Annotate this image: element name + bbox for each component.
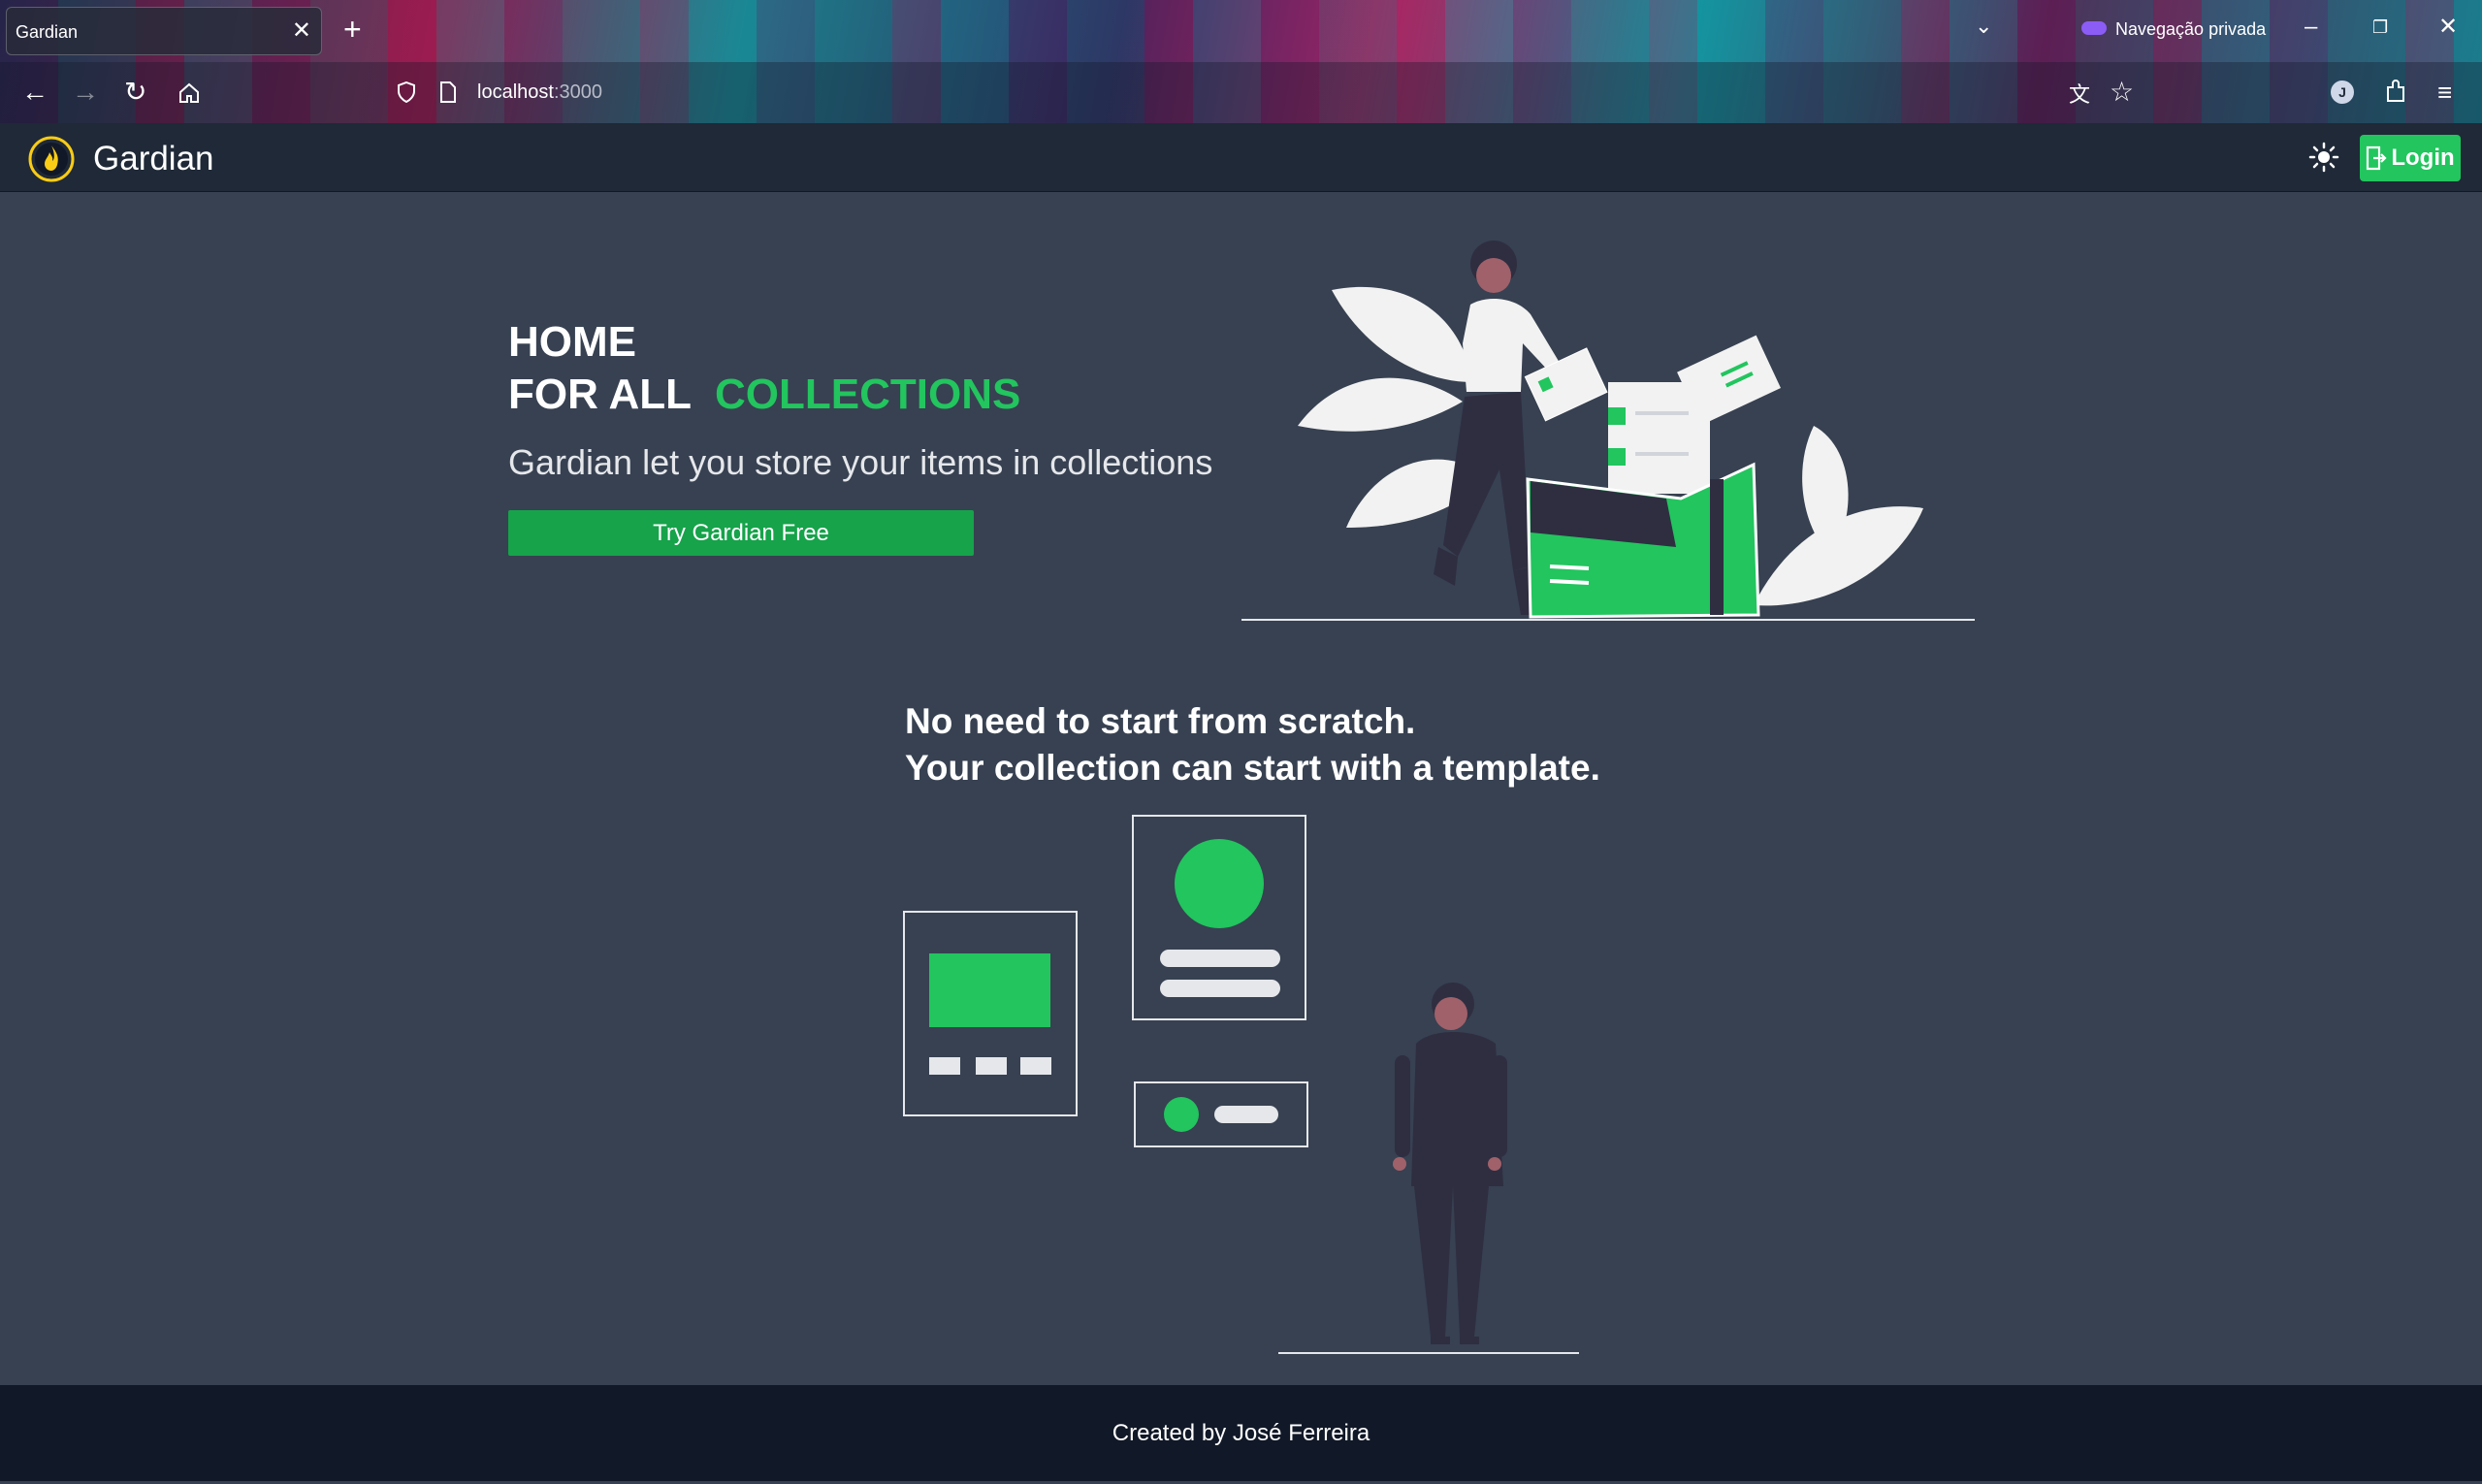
close-window-icon[interactable]: ✕	[2438, 14, 2458, 41]
try-free-button[interactable]: Try Gardian Free	[508, 510, 974, 556]
minimize-icon[interactable]: –	[2305, 14, 2317, 41]
home-icon[interactable]	[177, 81, 201, 105]
chevron-down-icon[interactable]: ⌄	[1975, 14, 1992, 39]
new-tab-button[interactable]: +	[343, 12, 362, 47]
private-browsing-label: Navegação privada	[2115, 19, 2267, 39]
browser-tab[interactable]: Gardian ✕	[6, 7, 322, 55]
extensions-icon[interactable]	[2384, 80, 2407, 105]
templates-heading-line2: Your collection can start with a templat…	[905, 748, 1600, 788]
shield-icon[interactable]	[398, 81, 415, 103]
templates-heading: No need to start from scratch. Your coll…	[905, 698, 1600, 791]
templates-illustration	[903, 815, 1579, 1354]
url-host: localhost	[477, 81, 554, 103]
templates-heading-line1: No need to start from scratch.	[905, 701, 1416, 741]
login-label: Login	[2391, 145, 2455, 171]
reload-icon[interactable]: ↻	[124, 78, 146, 107]
collections-illustration	[1241, 241, 1975, 621]
flame-logo-icon[interactable]	[28, 136, 75, 182]
url-bar[interactable]: localhost:3000	[477, 81, 602, 104]
tab-bar: Gardian ✕ + ⌄ Navegação privada – ❐ ✕	[0, 0, 2482, 62]
login-button[interactable]: Login	[2360, 135, 2461, 181]
url-port: :3000	[553, 81, 602, 103]
app-header: Gardian Login	[0, 123, 2482, 192]
hero-title-accent: COLLECTIONS	[715, 371, 1021, 418]
footer: Created by José Ferreira	[0, 1385, 2482, 1481]
footer-credit: Created by José Ferreira	[1112, 1420, 1370, 1446]
menu-icon[interactable]: ≡	[2437, 78, 2452, 107]
translate-icon[interactable]: 文	[2069, 81, 2090, 110]
back-arrow-icon[interactable]: ←	[21, 78, 48, 107]
browser-toolbar: ← → ↻ localhost:3000 文 ☆ J ≡	[0, 62, 2482, 123]
browser-chrome: Gardian ✕ + ⌄ Navegação privada – ❐ ✕ ← …	[0, 0, 2482, 123]
sun-icon[interactable]	[2308, 142, 2339, 173]
hero-title: HOME FOR ALL COLLECTIONS	[508, 316, 1020, 421]
hero-title-line2: FOR ALL	[508, 371, 692, 418]
restore-icon[interactable]: ❐	[2372, 14, 2388, 41]
bookmark-star-icon[interactable]: ☆	[2110, 78, 2134, 107]
hero-title-line1: HOME	[508, 318, 636, 366]
page-icon	[440, 81, 456, 103]
private-mask-icon	[2081, 21, 2107, 35]
profile-avatar[interactable]: J	[2331, 81, 2354, 104]
hero-subtitle: Gardian let you store your items in coll…	[508, 442, 1213, 482]
close-icon[interactable]: ✕	[292, 17, 311, 45]
tab-title: Gardian	[16, 22, 79, 42]
forward-arrow-icon[interactable]: →	[72, 78, 99, 107]
brand-name[interactable]: Gardian	[93, 140, 214, 178]
login-door-icon	[2367, 145, 2387, 171]
